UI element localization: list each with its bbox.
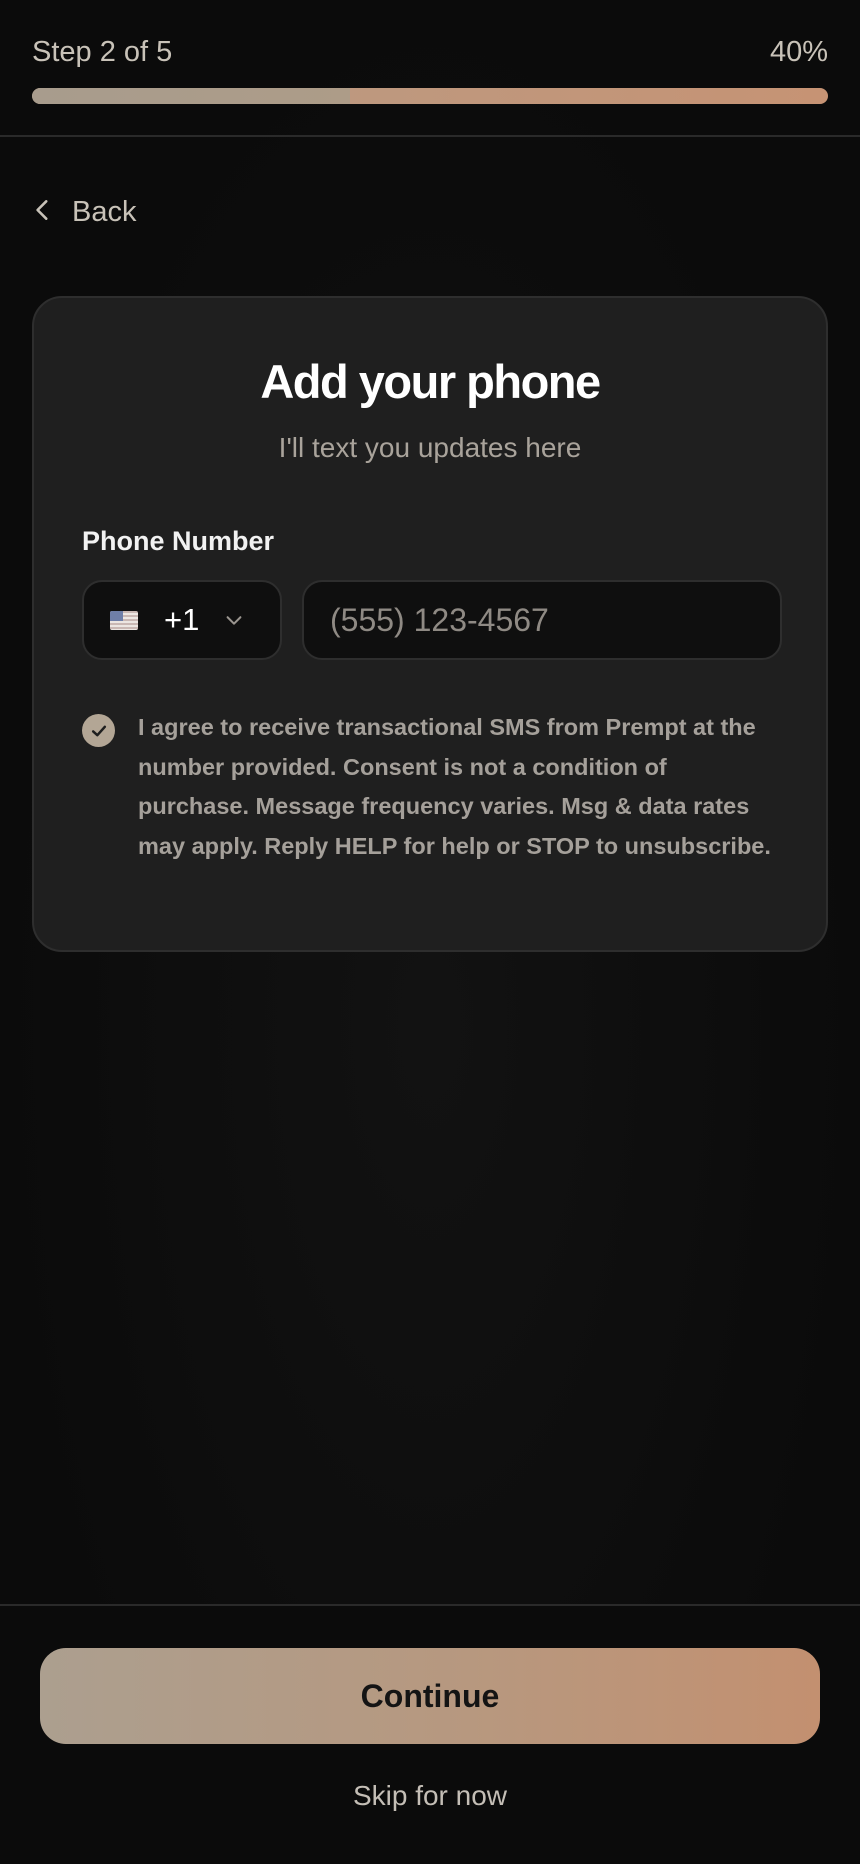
country-code-select[interactable]: +1 (82, 580, 282, 660)
phone-step-screen: Step 2 of 5 40% Back Add your phone I'll… (0, 0, 860, 1864)
back-button[interactable]: Back (30, 190, 136, 234)
continue-button[interactable]: Continue (40, 1648, 820, 1744)
progress-bar-fill (32, 88, 351, 104)
consent-text: I agree to receive transactional SMS fro… (138, 714, 771, 859)
chevron-left-icon (30, 197, 56, 228)
footer: Continue Skip for now (0, 1604, 860, 1864)
sms-consent: I agree to receive transactional SMS fro… (82, 708, 782, 866)
consent-checkbox[interactable] (82, 714, 115, 747)
skip-for-now-link[interactable]: Skip for now (0, 1780, 860, 1812)
country-code: +1 (164, 602, 200, 637)
phone-card: Add your phone I'll text you updates her… (32, 296, 828, 952)
check-icon (91, 725, 106, 736)
step-label: Step 2 of 5 (32, 36, 173, 68)
chevron-down-icon (223, 609, 245, 631)
phone-number-label: Phone Number (82, 526, 275, 556)
card-title: Add your phone (260, 355, 601, 408)
progress-bar (32, 88, 828, 104)
card-subtitle: I'll text you updates here (278, 432, 582, 463)
us-flag-icon (110, 610, 138, 630)
back-label: Back (72, 195, 137, 228)
phone-number-input[interactable] (302, 580, 782, 660)
progress-percent: 40% (769, 36, 828, 68)
progress-header: Step 2 of 5 40% (0, 0, 860, 137)
